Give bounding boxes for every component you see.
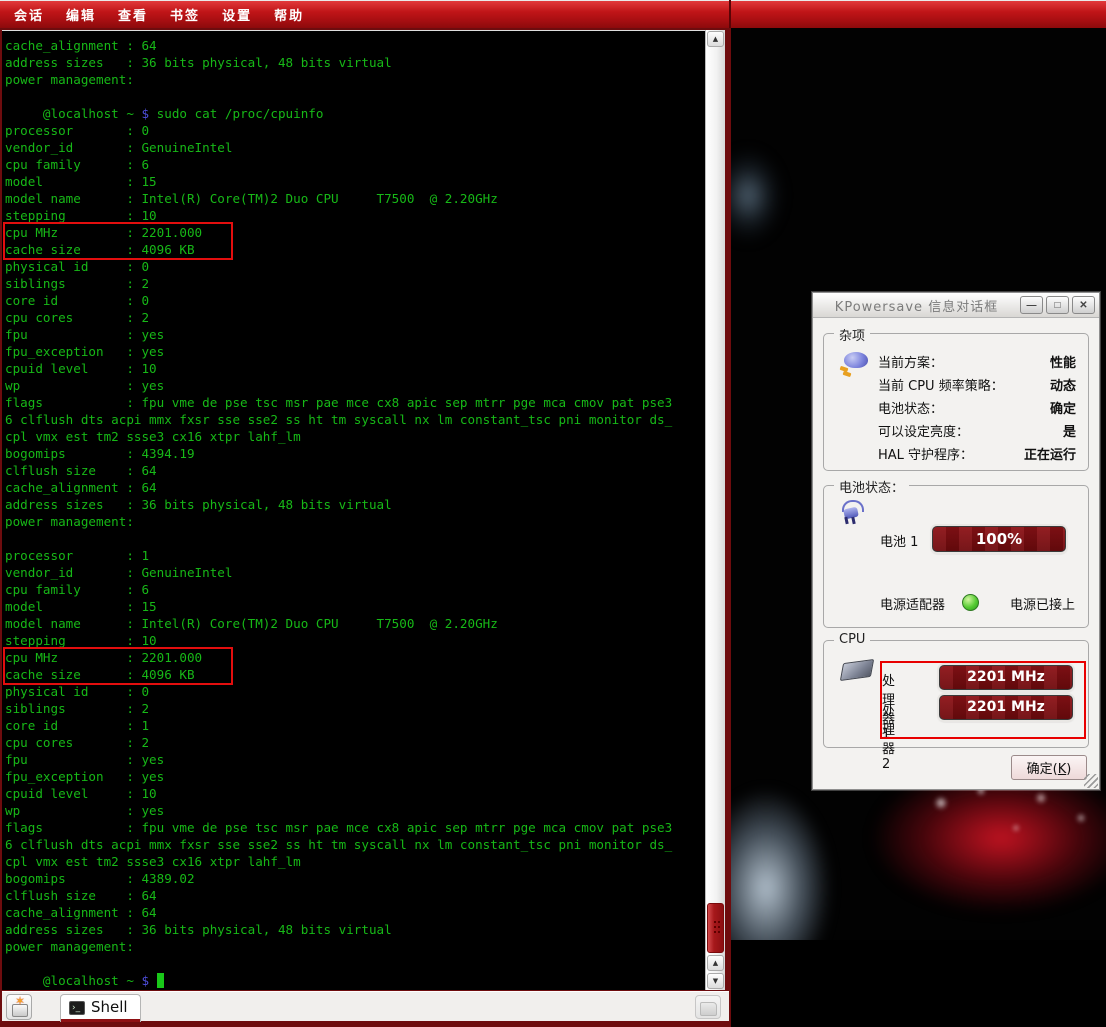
tab-shell-label: Shell <box>91 998 128 1018</box>
tab-shell[interactable]: ›_ Shell <box>60 994 141 1022</box>
menu-item[interactable]: 会话 <box>6 3 52 26</box>
terminal-text: cache_alignment : 64address sizes : 36 b… <box>5 37 672 989</box>
cpu-chip-icon <box>840 657 874 683</box>
status-row: 电池状态： 确定 <box>878 396 1076 419</box>
battery-group-title: 电池状态： <box>834 477 909 496</box>
status-value: 正在运行 <box>1024 444 1076 463</box>
status-row: 当前方案： 性能 <box>878 350 1076 373</box>
battery-label: 电池 1 <box>880 531 918 550</box>
status-row: HAL 守护程序： 正在运行 <box>878 442 1076 465</box>
status-label: 当前 CPU 频率策略： <box>878 375 1004 394</box>
window-buttons: — □ ✕ <box>1020 296 1099 314</box>
scroll-up-icon[interactable]: ▲ <box>707 31 724 47</box>
resize-grip-icon[interactable] <box>1084 774 1098 788</box>
scroll-down-icon[interactable]: ▼ <box>707 973 724 989</box>
window-edge-divider <box>729 0 731 28</box>
status-row: 可以设定亮度： 是 <box>878 419 1076 442</box>
session-tab-bar: ✶ ›_ Shell <box>2 991 729 1021</box>
status-value: 是 <box>1063 421 1076 440</box>
menu-item[interactable]: 查看 <box>110 3 156 26</box>
misc-rows: 当前方案： 性能 当前 CPU 频率策略： 动态 电池状态： 确定 可以设定亮度… <box>878 350 1076 465</box>
new-session-button[interactable]: ✶ <box>6 994 32 1020</box>
status-label: 电池状态： <box>878 398 943 417</box>
status-row: 当前 CPU 频率策略： 动态 <box>878 373 1076 396</box>
close-button[interactable]: ✕ <box>1072 296 1095 314</box>
menu-item[interactable]: 设置 <box>214 3 260 26</box>
status-value: 性能 <box>1050 352 1076 371</box>
battery-groupbox: 电池状态： 电池 1 100% 电源适配器 电源已接上 <box>823 485 1089 628</box>
misc-group-title: 杂项 <box>834 325 870 344</box>
menu-items: 会话编辑查看书签设置帮助 <box>0 3 312 26</box>
terminal-icon: ›_ <box>69 1001 85 1015</box>
battery-row: 电池 1 100% <box>824 526 1088 554</box>
scroll-up-icon-bottom[interactable]: ▲ <box>707 955 724 971</box>
konsole-window: cache_alignment : 64address sizes : 36 b… <box>0 28 731 1027</box>
dialog-titlebar[interactable]: KPowersave 信息对话框 — □ ✕ <box>813 293 1099 318</box>
kpowersave-icon <box>840 352 870 376</box>
detach-session-button[interactable] <box>695 995 721 1019</box>
highlight-box-processors <box>880 661 1086 739</box>
cpu-groupbox: CPU 处理器 1 2201 MHz 处理器 2 2201 MHz <box>823 640 1089 748</box>
dialog-title: KPowersave 信息对话框 <box>813 296 1020 315</box>
cpu-group-title: CPU <box>834 632 870 647</box>
maximize-button[interactable]: □ <box>1046 296 1069 314</box>
misc-groupbox: 杂项 当前方案： 性能 当前 CPU 频率策略： 动态 电池状态： 确定 <box>823 333 1089 471</box>
adapter-status: 电源已接上 <box>1010 594 1075 613</box>
kpowersave-dialog: KPowersave 信息对话框 — □ ✕ 杂项 当前方案： 性能 当前 CP… <box>812 292 1100 790</box>
highlight-box-cpu0-mhz-cache <box>3 222 233 260</box>
ok-button[interactable]: 确定(K) <box>1011 755 1087 780</box>
adapter-row: 电源适配器 电源已接上 <box>824 592 1088 614</box>
minimize-button[interactable]: — <box>1020 296 1043 314</box>
menu-item[interactable]: 编辑 <box>58 3 104 26</box>
status-label: HAL 守护程序： <box>878 444 973 463</box>
menu-item[interactable]: 帮助 <box>266 3 312 26</box>
status-value: 确定 <box>1050 398 1076 417</box>
photo-highlight-shape <box>731 148 783 243</box>
status-value: 动态 <box>1050 375 1076 394</box>
detach-session-icon <box>700 1002 717 1016</box>
menu-item[interactable]: 书签 <box>162 3 208 26</box>
scrollbar-track[interactable] <box>706 48 725 954</box>
power-plug-icon <box>840 500 866 524</box>
photo-dark-band <box>731 940 1106 1027</box>
highlight-box-cpu1-mhz-cache <box>3 647 233 685</box>
adapter-label: 电源适配器 <box>880 594 945 613</box>
menu-bar: 会话编辑查看书签设置帮助 <box>0 0 1106 28</box>
adapter-led-icon <box>962 594 979 611</box>
terminal-scrollbar[interactable]: ▲ ▲ ▼ <box>705 30 725 990</box>
scrollbar-thumb[interactable] <box>707 903 724 953</box>
battery-level-bar: 100% <box>932 526 1066 552</box>
screen: { "menubar": { "items": ["会话", "编辑", "查看… <box>0 0 1106 1027</box>
status-label: 可以设定亮度： <box>878 421 969 440</box>
terminal-output-area[interactable]: cache_alignment : 64address sizes : 36 b… <box>2 30 705 990</box>
status-label: 当前方案： <box>878 352 943 371</box>
new-session-star-icon: ✶ <box>15 994 25 1008</box>
